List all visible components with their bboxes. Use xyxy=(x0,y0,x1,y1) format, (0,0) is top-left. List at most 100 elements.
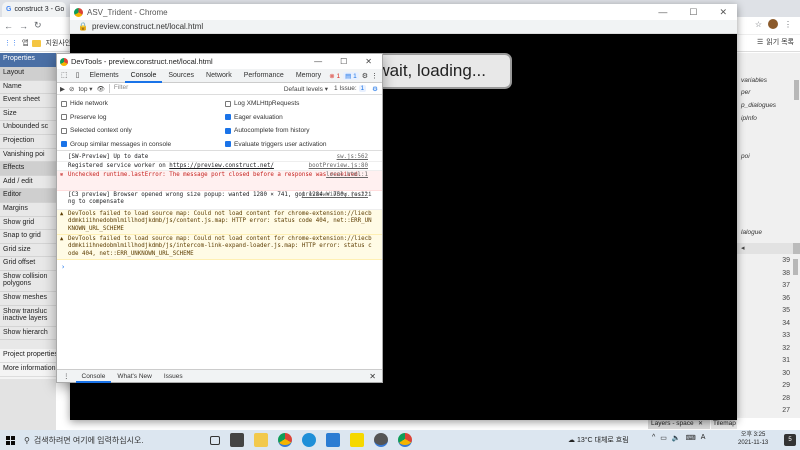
console-source-link[interactable]: bootPreview.js:80 xyxy=(309,163,368,170)
menu-dots-icon[interactable]: ⋮ xyxy=(784,20,792,29)
clock[interactable]: 오후 3:25 2021-11-13 xyxy=(738,431,768,447)
tab-network[interactable]: Network xyxy=(200,69,238,83)
chrome-taskbar-icon[interactable] xyxy=(278,433,292,447)
layer-row-number[interactable]: 27 xyxy=(782,407,790,414)
gear-icon[interactable]: ⚙ xyxy=(362,72,368,80)
maximize-icon[interactable]: ☐ xyxy=(340,57,347,66)
notification-center[interactable]: 5 xyxy=(784,434,796,446)
layers-scrollbar-up[interactable] xyxy=(793,243,800,254)
property-row[interactable]: Grid offset xyxy=(0,257,56,271)
project-item[interactable]: lalogue xyxy=(741,229,762,236)
property-row[interactable]: Show meshes xyxy=(0,292,56,306)
checkbox-checked-icon[interactable] xyxy=(225,127,231,134)
property-row[interactable]: Projection xyxy=(0,135,56,149)
checkbox-unchecked-icon[interactable] xyxy=(61,100,67,107)
tab-tilemap[interactable]: Tilemap xyxy=(711,419,737,429)
property-row[interactable]: Unbounded sc xyxy=(0,121,56,135)
volume-icon[interactable]: 🔈 xyxy=(672,434,681,442)
arrow-left-icon[interactable]: ◂ xyxy=(741,244,745,252)
filter-input[interactable]: Filter xyxy=(108,84,187,93)
forward-arrow-icon[interactable]: → xyxy=(19,21,28,31)
project-bar-scrollbar[interactable] xyxy=(794,80,799,100)
property-row[interactable]: Margins xyxy=(0,203,56,217)
layer-row-number[interactable]: 33 xyxy=(782,332,790,339)
console-prompt-icon[interactable]: › xyxy=(61,263,65,271)
property-row[interactable]: Add / edit xyxy=(0,176,56,190)
taskbar-search[interactable]: ⚲ 검색하려면 여기에 입력하십시오. xyxy=(24,433,204,447)
ime-icon[interactable]: ⌨ xyxy=(686,434,696,442)
property-row[interactable]: Event sheet xyxy=(0,94,56,108)
drawer-tab-console[interactable]: Console xyxy=(75,370,112,383)
tab-sources[interactable]: Sources xyxy=(162,69,200,83)
layer-row-number[interactable]: 28 xyxy=(782,395,790,402)
windows-start-icon[interactable] xyxy=(0,430,20,450)
layer-row-number[interactable]: 30 xyxy=(782,370,790,377)
message-count-badge[interactable]: ▤ 1 xyxy=(343,71,359,80)
edge-icon[interactable] xyxy=(302,433,316,447)
console-source-link[interactable]: sw.js:562 xyxy=(337,154,368,161)
drawer-menu-icon[interactable]: ⋮ xyxy=(57,370,76,383)
error-count-badge[interactable]: ⊗ 1 xyxy=(329,72,340,80)
project-item[interactable]: per xyxy=(741,89,750,96)
project-item[interactable]: ipInfo xyxy=(741,115,757,122)
log-levels-dropdown[interactable]: Default levels ▾ xyxy=(284,85,328,93)
layer-row-number[interactable]: 36 xyxy=(782,295,790,302)
property-row[interactable]: Name xyxy=(0,81,56,95)
console-settings-icon[interactable]: ⚙ xyxy=(372,85,378,93)
eye-icon[interactable]: 👁 xyxy=(97,85,105,93)
property-section[interactable]: Effects xyxy=(0,162,56,176)
property-row[interactable]: Vanishing poi xyxy=(0,149,56,163)
more-options-icon[interactable]: ⋮ xyxy=(371,72,378,80)
tab-elements[interactable]: Elements xyxy=(83,69,124,83)
bookmark-apps[interactable]: 앱 xyxy=(22,38,28,48)
layer-row-number[interactable]: 31 xyxy=(782,357,790,364)
language-indicator[interactable]: A xyxy=(701,434,706,442)
layer-row-number[interactable]: 38 xyxy=(782,270,790,277)
console-message-link[interactable]: https://preview.construct.net/ xyxy=(169,163,274,169)
avatar[interactable] xyxy=(768,19,778,29)
task-view-icon[interactable] xyxy=(210,435,220,445)
checkbox-checked-icon[interactable] xyxy=(225,141,231,147)
device-toolbar-icon[interactable]: ▯ xyxy=(72,69,84,83)
star-icon[interactable]: ☆ xyxy=(755,20,762,29)
setting-checkbox[interactable]: Evaluate triggers user activation xyxy=(225,141,327,148)
property-row[interactable]: Show collision polygons xyxy=(0,271,56,292)
project-item[interactable]: poi xyxy=(741,153,750,160)
console-source-link[interactable]: previewWindow.js:22 xyxy=(302,192,368,199)
setting-checkbox[interactable]: Selected context only xyxy=(61,127,132,134)
checkbox-unchecked-icon[interactable] xyxy=(61,114,67,120)
property-section[interactable]: Editor xyxy=(0,189,56,203)
setting-checkbox[interactable]: Eager evaluation xyxy=(225,114,283,121)
layer-row-number[interactable]: 37 xyxy=(782,282,790,289)
reading-list[interactable]: ☰ 읽기 목록 xyxy=(757,37,794,47)
project-item[interactable]: p_dialogues xyxy=(741,102,776,109)
issues-button[interactable]: 1 Issue: 1 xyxy=(334,85,367,92)
property-section[interactable]: Layout xyxy=(0,67,56,81)
drawer-tab-whats-new[interactable]: What's New xyxy=(111,370,157,383)
close-drawer-icon[interactable]: ✕ xyxy=(369,372,382,381)
mail-icon[interactable] xyxy=(326,433,340,447)
store-icon[interactable] xyxy=(230,433,244,447)
property-row[interactable]: Show grid xyxy=(0,217,56,231)
background-tab[interactable]: G construct 3 - Go xyxy=(2,2,66,17)
tab-console[interactable]: Console xyxy=(124,69,163,83)
bookmark-folder[interactable]: 지원사인 xyxy=(45,38,71,48)
project-item[interactable]: variables xyxy=(741,77,767,84)
tab-memory[interactable]: Memory xyxy=(290,69,327,83)
maximize-icon[interactable]: ☐ xyxy=(689,7,697,18)
settings-gear-icon[interactable] xyxy=(374,433,388,447)
setting-checkbox[interactable]: Group similar messages in console xyxy=(61,141,171,148)
minimize-icon[interactable]: — xyxy=(658,7,667,18)
property-row[interactable]: Show hierarch xyxy=(0,327,56,341)
close-icon[interactable]: ✕ xyxy=(719,7,727,18)
sidebar-toggle-icon[interactable]: ▶ xyxy=(60,85,65,93)
drawer-tab-issues[interactable]: Issues xyxy=(158,370,189,383)
setting-checkbox[interactable]: Autocomplete from history xyxy=(225,127,310,134)
chrome-taskbar-icon-2[interactable] xyxy=(398,433,412,447)
project-properties-link[interactable]: Project properties xyxy=(0,349,56,363)
layer-row-number[interactable]: 34 xyxy=(782,320,790,327)
checkbox-checked-icon[interactable] xyxy=(225,114,231,120)
context-selector[interactable]: top ▾ xyxy=(78,85,92,93)
console-source-link[interactable]: local.html:1 xyxy=(326,172,368,179)
layer-row-number[interactable]: 35 xyxy=(782,307,790,314)
